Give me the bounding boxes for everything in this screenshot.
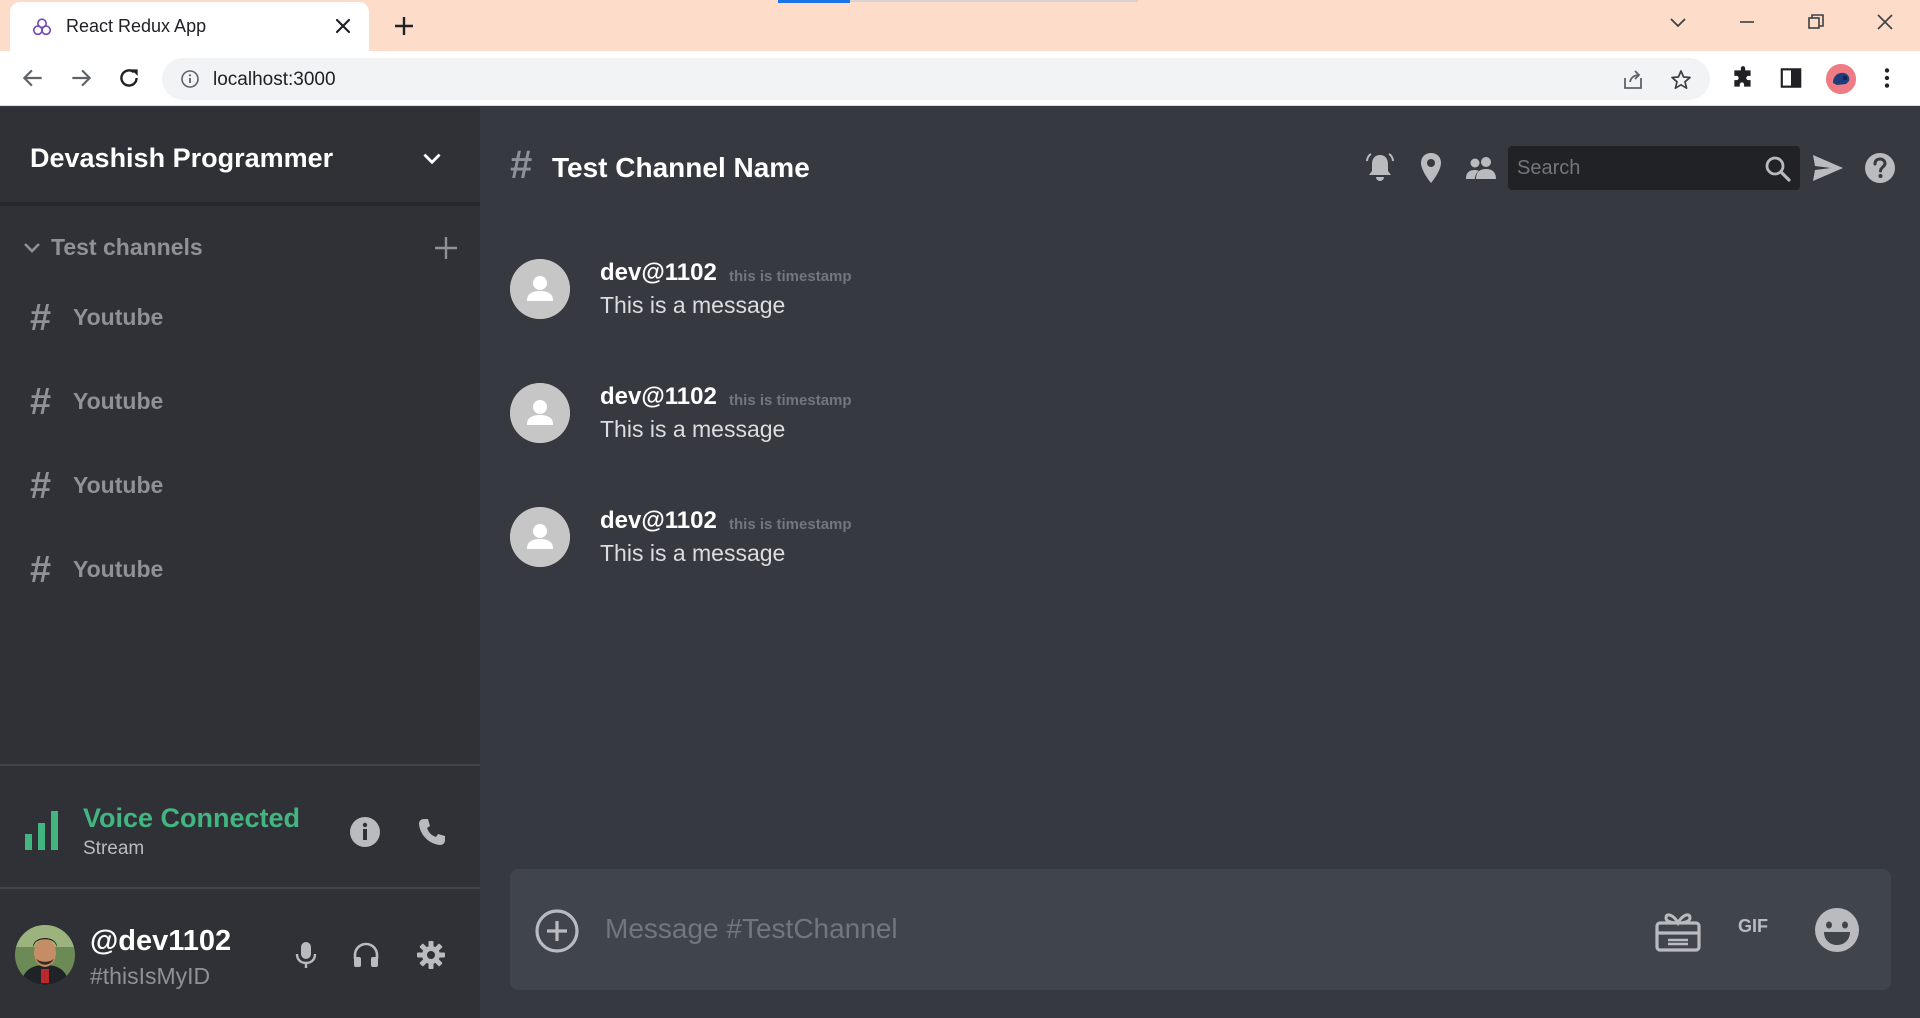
message-text: This is a message xyxy=(600,540,786,566)
gear-icon[interactable] xyxy=(415,939,447,971)
channel-name: Youtube xyxy=(73,556,164,582)
user-panel: @dev1102 #thisIsMyID xyxy=(0,891,480,1018)
browser-toolbar: localhost:3000 xyxy=(0,51,1920,106)
server-name: Devashish Programmer xyxy=(30,143,334,173)
notification-bell-icon[interactable] xyxy=(1363,151,1397,185)
hash-icon: # xyxy=(510,143,533,187)
voice-status-title: Voice Connected xyxy=(83,803,301,833)
minimize-icon[interactable] xyxy=(1735,10,1759,34)
browser-tab[interactable]: React Redux App xyxy=(10,2,369,51)
message-item: dev@1102 this is timestamp This is a mes… xyxy=(510,383,1410,449)
close-icon[interactable] xyxy=(333,16,353,36)
channel-title: Test Channel Name xyxy=(552,152,810,183)
kebab-menu-icon[interactable] xyxy=(1874,65,1900,91)
sidebar-item-channel[interactable]: # Youtube xyxy=(30,546,430,596)
new-tab-icon[interactable] xyxy=(392,14,416,38)
message-timestamp: this is timestamp xyxy=(729,268,852,285)
channel-name: Youtube xyxy=(73,304,164,330)
message-text: This is a message xyxy=(600,416,786,442)
chevron-down-icon[interactable] xyxy=(419,146,445,172)
hash-icon: # xyxy=(30,465,52,507)
chat-header: # Test Channel Name xyxy=(480,107,1920,207)
address-bar[interactable]: localhost:3000 xyxy=(162,58,1710,100)
sidebar: Devashish Programmer Test channels # You… xyxy=(0,107,480,1018)
forward-arrow-icon[interactable] xyxy=(68,65,94,91)
profile-avatar[interactable] xyxy=(1826,64,1856,94)
search-input[interactable] xyxy=(1517,146,1747,190)
add-circle-icon[interactable] xyxy=(534,908,580,954)
sidebar-item-channel[interactable]: # Youtube xyxy=(30,294,430,344)
share-icon[interactable] xyxy=(1621,68,1645,92)
side-panel-icon[interactable] xyxy=(1778,65,1804,91)
search-box[interactable] xyxy=(1508,146,1800,190)
chevron-down-icon[interactable] xyxy=(20,236,44,260)
avatar[interactable] xyxy=(510,383,570,443)
microphone-icon[interactable] xyxy=(290,939,322,971)
emoji-icon[interactable] xyxy=(1813,906,1861,954)
user-tag: #thisIsMyID xyxy=(90,963,211,989)
channels-category[interactable]: Test channels xyxy=(20,227,460,267)
channels-category-label: Test channels xyxy=(51,234,203,260)
user-placeholder-icon xyxy=(510,507,570,567)
avatar[interactable] xyxy=(510,259,570,319)
tab-title: React Redux App xyxy=(66,16,207,36)
signal-bars-icon xyxy=(25,811,58,850)
extensions-puzzle-icon[interactable] xyxy=(1730,65,1756,91)
tab-search-icon[interactable] xyxy=(1666,10,1690,34)
channel-name: Youtube xyxy=(73,472,164,498)
help-icon[interactable] xyxy=(1863,151,1897,185)
back-arrow-icon[interactable] xyxy=(20,65,46,91)
send-icon[interactable] xyxy=(1811,151,1845,185)
message-author[interactable]: dev@1102 xyxy=(600,383,717,411)
hash-icon: # xyxy=(30,297,52,339)
message-timestamp: this is timestamp xyxy=(729,516,852,533)
message-author[interactable]: dev@1102 xyxy=(600,507,717,535)
pin-location-icon[interactable] xyxy=(1414,151,1448,185)
headphones-icon[interactable] xyxy=(350,939,382,971)
reload-icon[interactable] xyxy=(116,65,142,91)
server-header[interactable]: Devashish Programmer xyxy=(0,107,480,206)
gift-icon[interactable] xyxy=(1654,906,1702,954)
hash-icon: # xyxy=(30,381,52,423)
channel-name: Youtube xyxy=(73,388,164,414)
voice-status-panel: Voice Connected Stream xyxy=(0,764,480,889)
message-timestamp: this is timestamp xyxy=(729,392,852,409)
bookmark-star-icon[interactable] xyxy=(1669,68,1693,92)
discord-app: Devashish Programmer Test channels # You… xyxy=(0,107,1920,1018)
message-input[interactable] xyxy=(605,897,1655,961)
message-author[interactable]: dev@1102 xyxy=(600,259,717,287)
message-item: dev@1102 this is timestamp This is a mes… xyxy=(510,507,1410,573)
site-info-icon[interactable] xyxy=(180,69,200,89)
message-item: dev@1102 this is timestamp This is a mes… xyxy=(510,259,1410,325)
message-composer: GIF xyxy=(510,869,1891,990)
sidebar-item-channel[interactable]: # Youtube xyxy=(30,378,430,428)
message-text: This is a message xyxy=(600,292,786,318)
restore-icon[interactable] xyxy=(1804,10,1828,34)
phone-icon[interactable] xyxy=(416,816,448,848)
chat-area: # Test Channel Name Search dev@1102 this… xyxy=(480,107,1920,1018)
url-text: localhost:3000 xyxy=(213,69,336,90)
user-placeholder-icon xyxy=(510,383,570,443)
info-icon[interactable] xyxy=(349,816,381,848)
voice-status-subtitle: Stream xyxy=(83,838,145,859)
window-close-icon[interactable] xyxy=(1873,10,1897,34)
loading-indicator xyxy=(778,0,850,3)
search-icon[interactable] xyxy=(1764,155,1792,183)
gif-button[interactable]: GIF xyxy=(1738,916,1768,937)
hash-icon: # xyxy=(30,549,52,591)
profile-picture-icon xyxy=(1826,64,1856,94)
username: @dev1102 xyxy=(90,925,232,957)
redux-icon xyxy=(32,18,52,36)
browser-tabbar: React Redux App xyxy=(0,0,1920,51)
loading-indicator-track xyxy=(850,0,1138,2)
user-placeholder-icon xyxy=(510,259,570,319)
user-photo-icon xyxy=(15,925,75,985)
members-icon[interactable] xyxy=(1464,151,1498,185)
avatar[interactable] xyxy=(510,507,570,567)
add-channel-icon[interactable] xyxy=(432,234,460,262)
sidebar-item-channel[interactable]: # Youtube xyxy=(30,462,430,512)
avatar[interactable] xyxy=(15,925,75,985)
